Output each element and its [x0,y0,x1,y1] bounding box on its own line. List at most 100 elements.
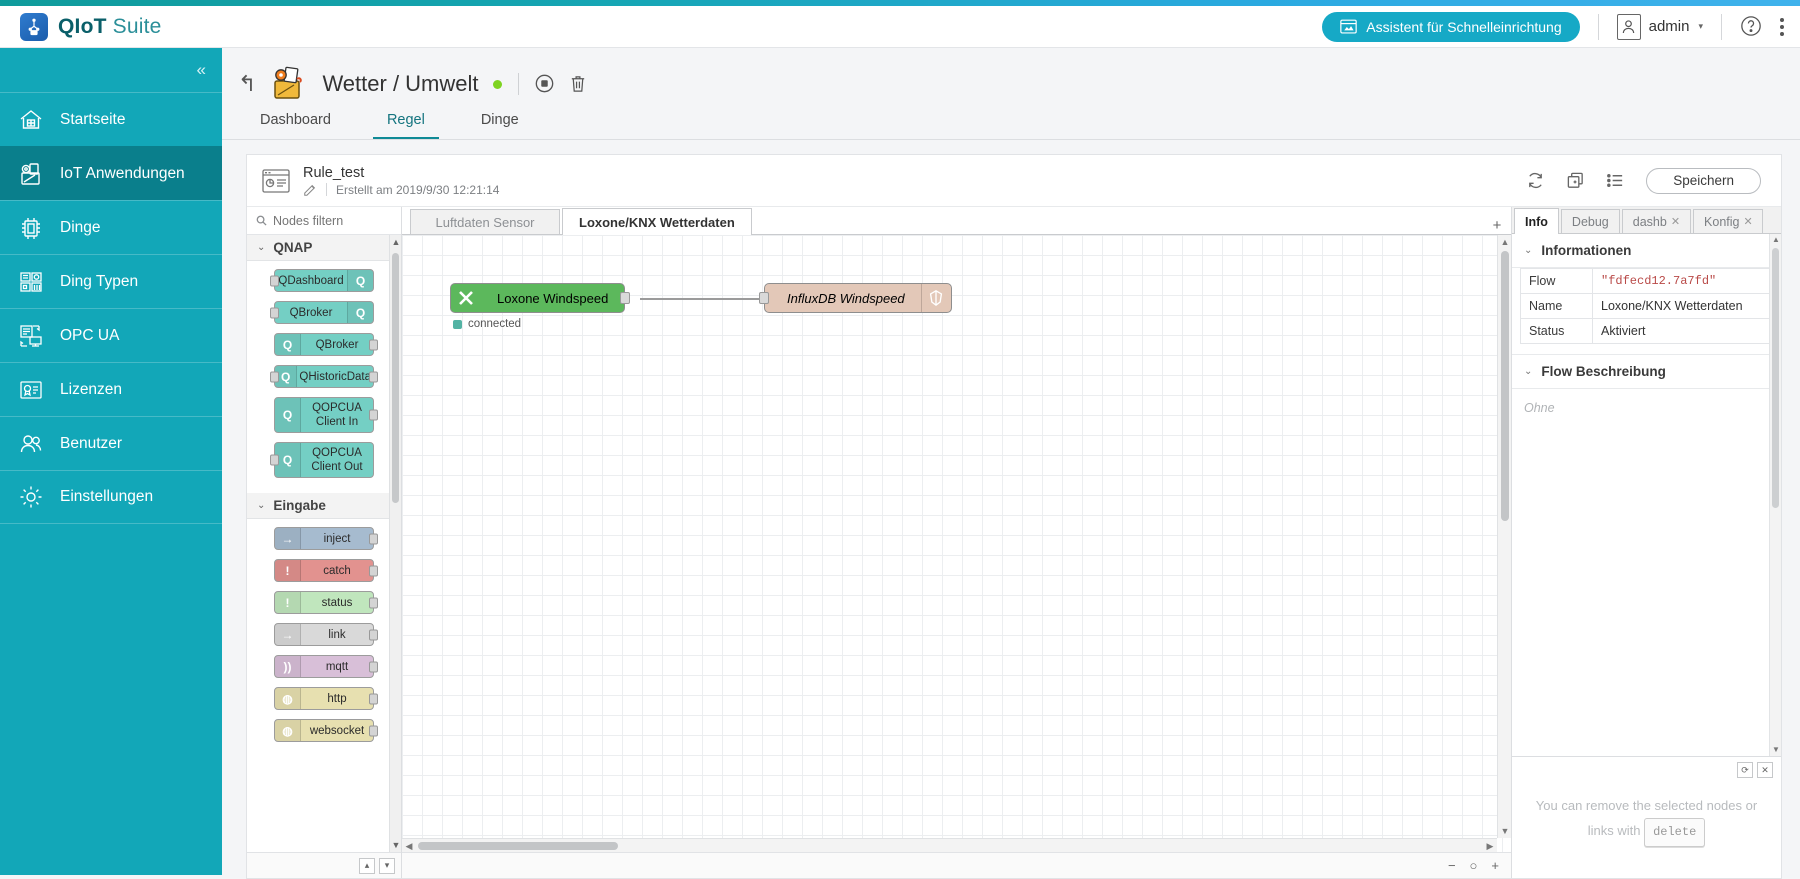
palette-scrollbar[interactable]: ▲ ▼ [389,235,401,852]
input-port[interactable] [270,454,279,466]
palette-search[interactable] [247,207,401,235]
info-tab-debug[interactable]: Debug [1560,209,1620,233]
palette-node-inject[interactable]: → inject [274,527,378,550]
edit-icon[interactable] [303,183,317,197]
sidebar-item-opc-ua[interactable]: OPC UA [0,308,222,362]
zoom-out-button[interactable]: − [1448,858,1456,873]
refresh-icon[interactable]: ⟳ [1737,762,1753,778]
palette-scroll-thumb[interactable] [392,253,399,503]
flow-node-influxdb-windspeed[interactable]: InfluxDB Windspeed [759,283,952,313]
list-icon[interactable] [1606,171,1626,191]
sidebar-item-einstellungen[interactable]: Einstellungen [0,470,222,524]
info-tab-dashb[interactable]: dashb ✕ [1621,209,1692,233]
stop-button-icon[interactable] [535,74,555,94]
duplicate-icon[interactable] [1566,171,1586,191]
delete-button-icon[interactable] [569,74,589,94]
sidebar-item-startseite[interactable]: Startseite [0,92,222,146]
palette-node-qdashboard[interactable]: QDashboard Q [270,269,374,292]
output-port[interactable] [369,661,378,672]
palette-scroll-down-arrow[interactable]: ▼ [390,838,401,852]
palette-node-qbroker[interactable]: Q QBroker [274,333,378,356]
palette-node-catch[interactable]: ! catch [274,559,378,582]
refresh-icon[interactable] [1526,171,1546,191]
info-tab-konfig[interactable]: Konfig ✕ [1693,209,1764,233]
palette-node-qbroker[interactable]: QBroker Q [270,301,374,324]
flow-canvas-wrapper[interactable]: Loxone Windspeed connected InfluxDB Wind… [402,235,1511,852]
canvas-hscroll-thumb[interactable] [418,842,618,850]
sidebar-item-lizenzen[interactable]: Lizenzen [0,362,222,416]
palette-expand-all-button[interactable]: ▾ [379,857,395,874]
flow-tab-luftdaten-sensor[interactable]: Luftdaten Sensor [410,209,560,234]
close-icon[interactable]: ✕ [1744,215,1753,228]
sidebar-item-dinge[interactable]: Dinge [0,200,222,254]
avatar [1616,13,1641,40]
palette-node-qhistoricdata[interactable]: Q QHistoricData [270,365,378,388]
info-scrollbar[interactable]: ▲ ▼ [1769,234,1781,756]
sidebar-item-benutzer[interactable]: Benutzer [0,416,222,470]
output-port[interactable] [369,565,378,576]
info-scroll-thumb[interactable] [1772,248,1779,508]
canvas-scroll-up-arrow[interactable]: ▲ [1500,237,1510,247]
palette-node-http[interactable]: ◍ http [274,687,378,710]
quick-setup-wizard-button[interactable]: Assistent für Schnelleinrichtung [1322,11,1580,42]
output-port[interactable] [369,629,378,640]
tab-dashboard[interactable]: Dashboard [246,106,345,139]
information-section-header[interactable]: ⌄ Informationen [1512,234,1781,268]
flow-wire[interactable] [640,298,766,300]
palette-node-status[interactable]: ! status [274,591,378,614]
output-port[interactable] [369,693,378,704]
nodes-filter-input[interactable] [273,213,383,228]
canvas-scroll-down-arrow[interactable]: ▼ [1500,826,1510,836]
palette-node-qopcua-client-out[interactable]: Q QOPCUA Client Out [270,442,374,478]
info-scroll-down-arrow[interactable]: ▼ [1770,744,1782,756]
back-button[interactable]: ↰ [238,71,256,97]
flow-tab-loxone-knx-wetterdaten[interactable]: Loxone/KNX Wetterdaten [562,208,752,235]
flow-node-loxone-windspeed[interactable]: Loxone Windspeed connected [450,283,631,330]
output-port[interactable] [369,409,378,421]
canvas-horizontal-scrollbar[interactable]: ◀ ▶ [402,838,1497,852]
info-tab-info[interactable]: Info [1514,208,1559,234]
palette-group-eingabe[interactable]: ⌄ Eingabe [247,493,401,519]
more-options-icon[interactable] [1780,17,1784,36]
palette-scroll-up-arrow[interactable]: ▲ [390,235,401,249]
output-port[interactable] [620,292,631,304]
palette-node-mqtt[interactable]: )) mqtt [274,655,378,678]
close-icon[interactable]: ✕ [1671,215,1680,228]
info-scroll-up-arrow[interactable]: ▲ [1770,234,1782,246]
palette-node-label: catch [323,564,351,577]
input-port[interactable] [759,292,769,304]
tab-regel[interactable]: Regel [372,106,439,139]
node-status-dot [453,319,462,329]
user-menu[interactable]: admin ▾ [1616,13,1703,40]
input-port[interactable] [270,275,279,286]
palette-collapse-all-button[interactable]: ▴ [359,857,375,874]
output-port[interactable] [369,339,378,350]
tab-dinge[interactable]: Dinge [467,106,533,139]
flow-canvas[interactable]: Loxone Windspeed connected InfluxDB Wind… [402,235,1511,852]
sidebar-item-iot-anwendungen[interactable]: IoT Anwendungen [0,146,222,200]
canvas-scroll-left-arrow[interactable]: ◀ [404,841,414,851]
palette-node-qopcua-client-in[interactable]: Q QOPCUA Client In [274,397,378,433]
close-icon[interactable]: ✕ [1757,762,1773,778]
collapse-sidebar-button[interactable]: « [197,60,207,80]
palette-group-qnap[interactable]: ⌄ QNAP [247,235,401,261]
output-port[interactable] [369,597,378,608]
add-flow-tab-button[interactable]: + [1483,217,1511,234]
sidebar-item-ding-typen[interactable]: Ding Typen [0,254,222,308]
input-port[interactable] [270,371,279,382]
flow-description-body[interactable]: Ohne [1512,389,1781,756]
zoom-reset-button[interactable]: ○ [1470,858,1478,873]
zoom-in-button[interactable]: + [1491,858,1499,873]
save-button[interactable]: Speichern [1646,167,1761,194]
output-port[interactable] [369,725,378,736]
palette-node-websocket[interactable]: ◍ websocket [274,719,378,742]
palette-node-link[interactable]: → link [274,623,378,646]
canvas-vscroll-thumb[interactable] [1501,251,1509,521]
canvas-vertical-scrollbar[interactable]: ▲ ▼ [1497,235,1511,838]
canvas-scroll-right-arrow[interactable]: ▶ [1485,841,1495,851]
help-icon[interactable] [1740,15,1764,39]
flow-description-section-header[interactable]: ⌄ Flow Beschreibung [1512,354,1781,389]
output-port[interactable] [369,371,378,382]
input-port[interactable] [270,307,279,318]
output-port[interactable] [369,533,378,544]
